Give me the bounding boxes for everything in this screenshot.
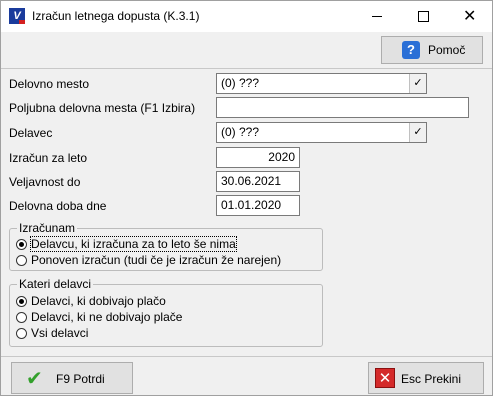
cancel-button[interactable]: ✕ Esc Prekini [368,362,484,394]
window-title: Izračun letnega dopusta (K.3.1) [32,9,200,23]
delovno-mesto-label: Delovno mesto [9,77,90,91]
veljavnost-do-label: Veljavnost do [9,175,81,189]
delovna-doba-dne-label: Delovna doba dne [9,199,107,213]
app-logo-icon: V [9,8,25,24]
izracun-za-leto-value: 2020 [268,150,295,164]
cancel-button-label: Esc Prekini [401,372,462,386]
toolbar-divider [1,68,492,69]
radio-label: Vsi delavci [31,326,89,340]
help-book-icon: ? [402,41,420,59]
chevron-down-icon[interactable]: ✓ [409,123,426,142]
chevron-down-icon[interactable]: ✓ [409,74,426,93]
help-button[interactable]: ? Pomoč [381,36,483,64]
radio-label: Delavci, ki ne dobivajo plače [31,310,183,324]
izracunam-group-title: Izračunam [17,221,78,235]
kateri-delavci-group: Kateri delavci Delavci, ki dobivajo plač… [9,277,323,347]
dialog-window: V Izračun letnega dopusta (K.3.1) ✕ ? Po… [0,0,493,396]
confirm-button-label: F9 Potrdi [56,372,105,386]
confirm-button[interactable]: ✔ F9 Potrdi [11,362,133,394]
kateri-delavci-group-title: Kateri delavci [17,277,94,291]
title-bar[interactable]: V Izračun letnega dopusta (K.3.1) ✕ [1,1,492,32]
radio-unselected-icon[interactable] [16,312,27,323]
delovna-doba-dne-input[interactable]: 01.01.2020 [216,195,300,216]
radio-label: Delavcu, ki izračuna za to leto še nima [30,236,237,252]
footer-divider [1,356,492,357]
radio-selected-icon[interactable] [16,239,27,250]
veljavnost-do-input[interactable]: 30.06.2021 [216,171,300,192]
radio-ne-dobivajo-place[interactable]: Delavci, ki ne dobivajo plače [16,310,182,324]
radio-vsi-delavci[interactable]: Vsi delavci [16,326,88,340]
minimize-button[interactable] [354,1,400,32]
radio-selected-icon[interactable] [16,296,27,307]
maximize-button[interactable] [400,1,446,32]
maximize-icon [418,11,429,22]
izracun-za-leto-input[interactable]: 2020 [216,147,300,168]
delovno-mesto-value: (0) ??? [221,76,260,90]
checkmark-icon: ✔ [26,368,43,390]
close-button[interactable]: ✕ [446,1,492,32]
poljubna-delovna-mesta-label: Poljubna delovna mesta (F1 Izbira) [9,101,196,115]
radio-unselected-icon[interactable] [16,255,27,266]
cancel-x-icon: ✕ [375,368,395,388]
poljubna-delovna-mesta-input[interactable] [216,97,469,118]
close-icon: ✕ [463,8,477,25]
radio-unselected-icon[interactable] [16,328,27,339]
delavec-label: Delavec [9,126,53,140]
radio-delavcu-brez-izracuna[interactable]: Delavcu, ki izračuna za to leto še nima [16,236,237,252]
izracun-za-leto-label: Izračun za leto [9,151,88,165]
radio-dobivajo-placo[interactable]: Delavci, ki dobivajo plačo [16,294,166,308]
veljavnost-do-value: 30.06.2021 [221,174,282,188]
help-button-label: Pomoč [428,43,466,57]
delovno-mesto-combo[interactable]: (0) ??? ✓ [216,73,427,94]
minimize-icon [372,16,382,17]
izracunam-group: Izračunam Delavcu, ki izračuna za to let… [9,221,323,271]
delavec-combo[interactable]: (0) ??? ✓ [216,122,427,143]
radio-label: Ponoven izračun (tudi če je izračun že n… [31,253,282,267]
radio-label: Delavci, ki dobivajo plačo [31,294,166,308]
delavec-value: (0) ??? [221,125,260,139]
delovna-doba-dne-value: 01.01.2020 [221,198,282,212]
radio-ponoven-izracun[interactable]: Ponoven izračun (tudi če je izračun že n… [16,253,281,267]
